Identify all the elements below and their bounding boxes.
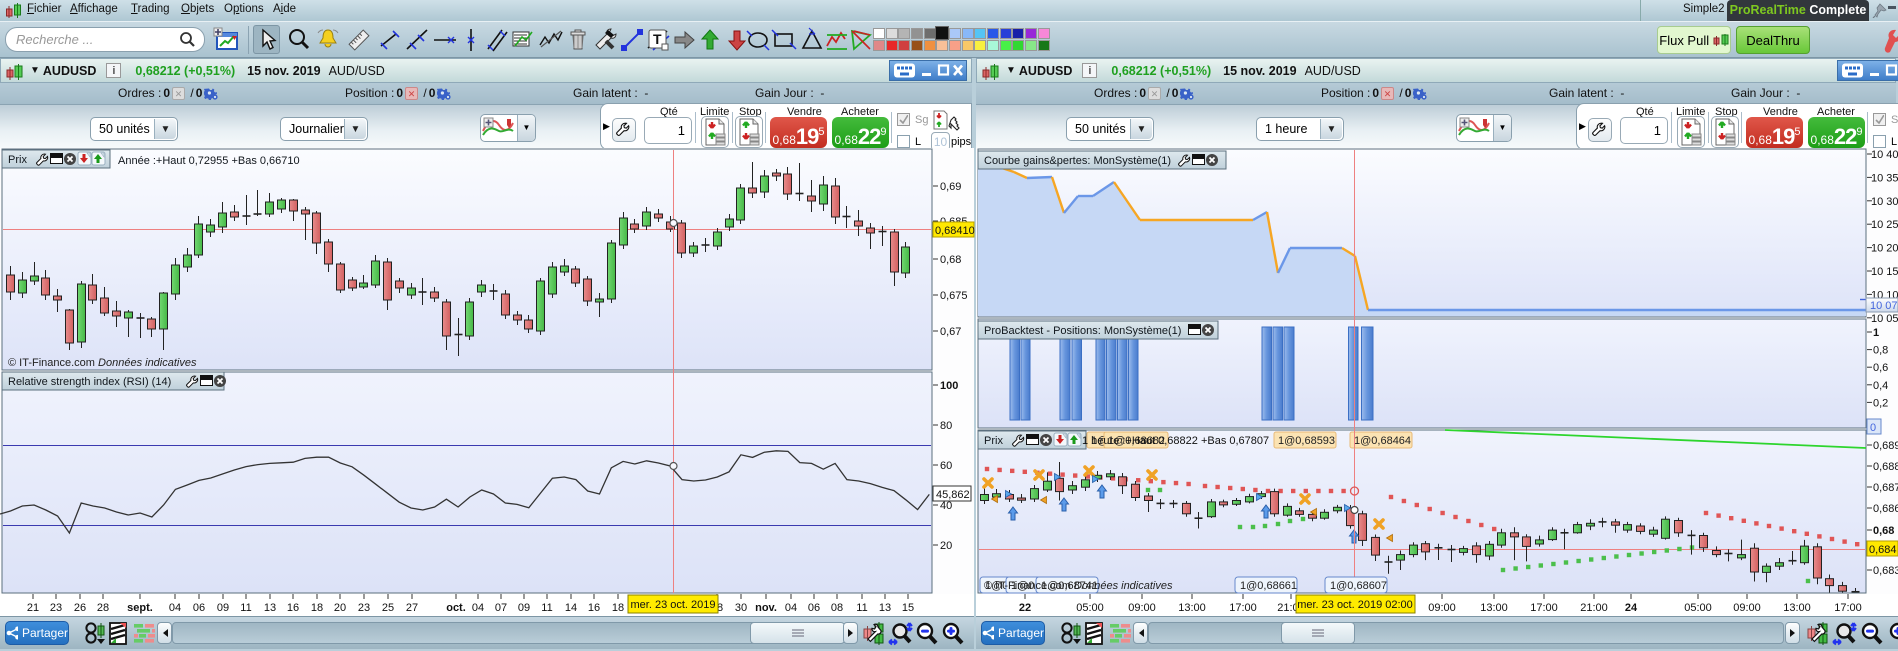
svg-text:0,69: 0,69 [940, 181, 961, 193]
svg-text:22: 22 [1019, 602, 1031, 614]
svg-text:17:00: 17:00 [1530, 602, 1558, 614]
svg-text:17:00: 17:00 [1229, 602, 1257, 614]
svg-text:04: 04 [785, 602, 797, 614]
svg-text:1@0,68607: 1@0,68607 [1330, 580, 1387, 592]
svg-text:0,8: 0,8 [1873, 345, 1888, 357]
svg-text:26: 26 [74, 602, 86, 614]
svg-text:10 35: 10 35 [1871, 172, 1898, 184]
svg-text:nov.: nov. [755, 602, 777, 614]
svg-text:10 40: 10 40 [1871, 149, 1898, 161]
svg-text:16: 16 [588, 602, 600, 614]
svg-text:mer. 23 oct. 2019 02:00: mer. 23 oct. 2019 02:00 [1297, 599, 1413, 611]
svg-text:60: 60 [940, 460, 952, 472]
svg-text:20: 20 [334, 602, 346, 614]
svg-text:13:00: 13:00 [1783, 602, 1811, 614]
svg-text:0,675: 0,675 [940, 290, 968, 302]
svg-text:10 05: 10 05 [1871, 313, 1898, 325]
svg-text:28: 28 [97, 602, 109, 614]
svg-text:09: 09 [518, 602, 530, 614]
svg-text:21: 21 [27, 602, 39, 614]
svg-text:0,68410: 0,68410 [935, 225, 975, 237]
svg-text:0,688: 0,688 [1873, 461, 1898, 473]
svg-text:0,686: 0,686 [1873, 503, 1898, 515]
svg-text:15: 15 [902, 602, 914, 614]
svg-text:06: 06 [193, 602, 205, 614]
svg-text:17:00: 17:00 [1834, 602, 1862, 614]
svg-text:45,862: 45,862 [936, 489, 970, 501]
svg-text:06: 06 [808, 602, 820, 614]
svg-text:05:00: 05:00 [1076, 602, 1104, 614]
svg-text:80: 80 [940, 420, 952, 432]
svg-text:1@0,68593: 1@0,68593 [1278, 435, 1335, 447]
svg-text:13:00: 13:00 [1480, 602, 1508, 614]
svg-text:21:00: 21:00 [1580, 602, 1608, 614]
svg-text:18: 18 [311, 602, 323, 614]
svg-text:07: 07 [495, 602, 507, 614]
svg-text:23: 23 [50, 602, 62, 614]
svg-text:0: 0 [1870, 422, 1876, 434]
svg-text:16: 16 [287, 602, 299, 614]
svg-text:04: 04 [472, 602, 484, 614]
svg-text:30: 30 [735, 602, 747, 614]
svg-text:25: 25 [382, 602, 394, 614]
svg-text:13: 13 [879, 602, 891, 614]
svg-text:Relative strength index (RSI): Relative strength index (RSI) (14) [8, 376, 171, 388]
svg-text:10 15: 10 15 [1871, 266, 1898, 278]
svg-text:05:00: 05:00 [1684, 602, 1712, 614]
svg-text:08: 08 [831, 602, 843, 614]
svg-text:© IT-Finance.com Données indic: © IT-Finance.com Données indicatives [984, 580, 1173, 592]
svg-text:0,67: 0,67 [940, 326, 961, 338]
svg-text:Prix: Prix [8, 154, 27, 166]
svg-text:11: 11 [240, 602, 251, 614]
svg-text:1@0,68464: 1@0,68464 [1354, 435, 1411, 447]
svg-text:04: 04 [169, 602, 181, 614]
svg-text:mer. 23 oct. 2019: mer. 23 oct. 2019 [631, 599, 716, 611]
svg-text:27: 27 [406, 602, 418, 614]
svg-text:23: 23 [358, 602, 370, 614]
svg-text:09:00: 09:00 [1128, 602, 1156, 614]
svg-text:0,68: 0,68 [1873, 525, 1894, 537]
svg-text:13:00: 13:00 [1178, 602, 1206, 614]
svg-text:Année :+Haut 0,72955 +Bas 0,66: Année :+Haut 0,72955 +Bas 0,66710 [118, 155, 300, 167]
svg-text:09:00: 09:00 [1733, 602, 1761, 614]
svg-text:09: 09 [217, 602, 229, 614]
svg-text:© IT-Finance.com Données indic: © IT-Finance.com Données indicatives [8, 357, 197, 369]
svg-text:14: 14 [565, 602, 577, 614]
svg-text:100: 100 [940, 380, 958, 392]
svg-text:1: 1 [1873, 327, 1879, 339]
svg-text:0,687: 0,687 [1873, 482, 1898, 494]
svg-text:10 30: 10 30 [1871, 196, 1898, 208]
svg-text:0,2: 0,2 [1873, 397, 1888, 409]
svg-text:sept.: sept. [127, 602, 153, 614]
svg-text:18: 18 [612, 602, 624, 614]
svg-text:40: 40 [940, 500, 952, 512]
svg-text:10 25: 10 25 [1871, 219, 1898, 231]
svg-text:0,68: 0,68 [940, 254, 961, 266]
svg-text:0,4: 0,4 [1873, 380, 1888, 392]
svg-text:0,683: 0,683 [1873, 565, 1898, 577]
svg-text:ProBacktest - Positions: MonSy: ProBacktest - Positions: MonSystème(1) [984, 325, 1181, 337]
svg-text:20: 20 [940, 540, 952, 552]
svg-text:24: 24 [1625, 602, 1638, 614]
svg-text:1 heure :+Haut 0,68822 +Bas 0,: 1 heure :+Haut 0,68822 +Bas 0,67807 [1082, 435, 1269, 447]
svg-text:oct.: oct. [446, 602, 466, 614]
svg-text:09:00: 09:00 [1428, 602, 1456, 614]
svg-text:10 20: 10 20 [1871, 243, 1898, 255]
svg-text:Courbe gains&pertes: MonSystèm: Courbe gains&pertes: MonSystème(1) [984, 155, 1171, 167]
svg-text:11: 11 [856, 602, 867, 614]
svg-text:11: 11 [541, 602, 552, 614]
svg-text:Prix: Prix [984, 435, 1003, 447]
svg-text:1@0,68661: 1@0,68661 [1240, 580, 1297, 592]
svg-text:0,684: 0,684 [1869, 544, 1897, 556]
svg-text:13: 13 [264, 602, 276, 614]
svg-text:0,689: 0,689 [1873, 440, 1898, 452]
svg-text:10 07: 10 07 [1870, 300, 1898, 312]
svg-text:0,6: 0,6 [1873, 362, 1888, 374]
